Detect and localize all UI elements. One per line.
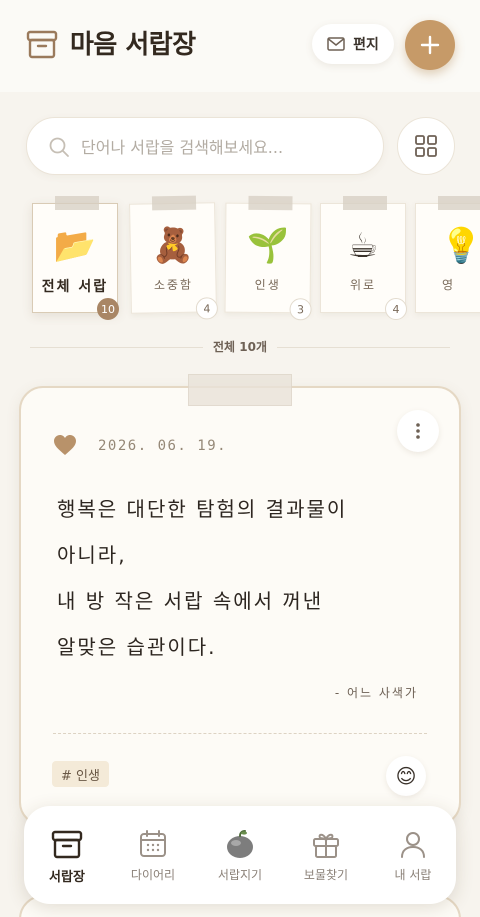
calendar-icon bbox=[140, 830, 166, 857]
envelope-icon bbox=[327, 37, 345, 51]
nav-label: 다이어리 bbox=[130, 868, 176, 882]
card-divider bbox=[53, 733, 427, 734]
tape-decoration bbox=[151, 195, 197, 211]
nav-item-drawers[interactable]: 서랍장 bbox=[24, 806, 110, 904]
coffee-cup-icon: ☕ bbox=[347, 226, 379, 266]
heart-icon[interactable] bbox=[53, 434, 77, 456]
drawer-card-partial[interactable]: 💡 영 bbox=[415, 196, 480, 313]
nav-label: 내 서랍 bbox=[394, 868, 432, 882]
quote-date: 2026. 06. 19. bbox=[98, 438, 228, 454]
drawer-count-badge: 4 bbox=[385, 298, 407, 320]
drawer-count-badge: 4 bbox=[195, 297, 219, 320]
drawer-icon bbox=[51, 830, 83, 859]
drawer-card-all[interactable]: 📂 전체 서랍 10 bbox=[32, 196, 119, 320]
profile-icon bbox=[401, 832, 425, 858]
search-input[interactable] bbox=[81, 132, 371, 162]
tape-decoration bbox=[343, 196, 387, 210]
tape-decoration bbox=[438, 196, 480, 210]
add-button[interactable] bbox=[405, 20, 455, 70]
search-icon bbox=[49, 137, 69, 157]
reaction-button[interactable]: 😊 bbox=[386, 756, 426, 796]
light-bulb-icon: 💡 bbox=[440, 226, 480, 266]
nav-label: 서랍장 bbox=[49, 870, 85, 885]
total-count-label: 전체 10개 bbox=[0, 338, 480, 355]
drawer-list: 📂 전체 서랍 10 🧸 소중함 4 🌱 인생 3 ☕ 위로 4 💡 영 bbox=[0, 195, 480, 325]
app-header: 마음 서랍장 편지 bbox=[0, 0, 480, 92]
teddy-bear-icon: 🧸 bbox=[151, 225, 195, 267]
grid-icon bbox=[415, 135, 437, 157]
search-bar bbox=[26, 117, 384, 175]
letter-button[interactable]: 편지 bbox=[312, 24, 394, 64]
tape-decoration bbox=[248, 195, 293, 211]
quote-line: 아니라, bbox=[57, 543, 127, 567]
drawer-label: 소중함 bbox=[153, 277, 194, 293]
tape-decoration bbox=[188, 374, 292, 406]
drawer-logo-icon bbox=[26, 30, 58, 59]
app-title: 마음 서랍장 bbox=[70, 30, 196, 60]
quote-line: 내 방 작은 서랍 속에서 꺼낸 bbox=[57, 589, 324, 613]
drawer-card-life[interactable]: 🌱 인생 3 bbox=[224, 195, 312, 321]
bottom-nav: 서랍장 다이어리 서랍지기 보물찾기 내 서랍 bbox=[24, 806, 456, 904]
nav-item-keeper[interactable]: 서랍지기 bbox=[197, 806, 283, 904]
tag-chip[interactable]: # 인생 bbox=[52, 761, 109, 787]
nav-item-treasure[interactable]: 보물찾기 bbox=[283, 806, 369, 904]
drawer-label: 인생 bbox=[254, 277, 281, 293]
nav-item-diary[interactable]: 다이어리 bbox=[110, 806, 196, 904]
drawer-card-precious[interactable]: 🧸 소중함 4 bbox=[129, 195, 219, 320]
more-vertical-icon bbox=[416, 423, 420, 439]
drawer-count-badge: 10 bbox=[97, 298, 119, 320]
more-options-button[interactable] bbox=[397, 410, 439, 452]
drawer-label: 위로 bbox=[349, 278, 377, 292]
plus-icon bbox=[420, 35, 440, 55]
pet-icon bbox=[227, 830, 253, 858]
letter-button-label: 편지 bbox=[353, 37, 379, 53]
grid-view-button[interactable] bbox=[397, 117, 455, 175]
nav-label: 보물찾기 bbox=[303, 868, 349, 882]
folder-icon: 📂 bbox=[53, 226, 97, 266]
nav-item-profile[interactable]: 내 서랍 bbox=[370, 806, 456, 904]
gift-icon bbox=[313, 833, 339, 858]
tape-decoration bbox=[55, 196, 99, 210]
drawer-label: 영 bbox=[442, 278, 456, 292]
nav-label: 서랍지기 bbox=[217, 868, 263, 882]
quote-author: - 어느 사색가 bbox=[334, 686, 418, 700]
drawer-count-badge: 3 bbox=[289, 298, 312, 321]
sprout-icon: 🌱 bbox=[246, 225, 290, 267]
drawer-label: 전체 서랍 bbox=[41, 279, 109, 295]
quote-line: 알맞은 습관이다. bbox=[57, 635, 217, 659]
quote-text: 행복은 대단한 탐험의 결과물이 아니라, 내 방 작은 서랍 속에서 꺼낸 알… bbox=[57, 486, 417, 670]
quote-line: 행복은 대단한 탐험의 결과물이 bbox=[57, 497, 348, 521]
drawer-card-comfort[interactable]: ☕ 위로 4 bbox=[320, 196, 407, 320]
